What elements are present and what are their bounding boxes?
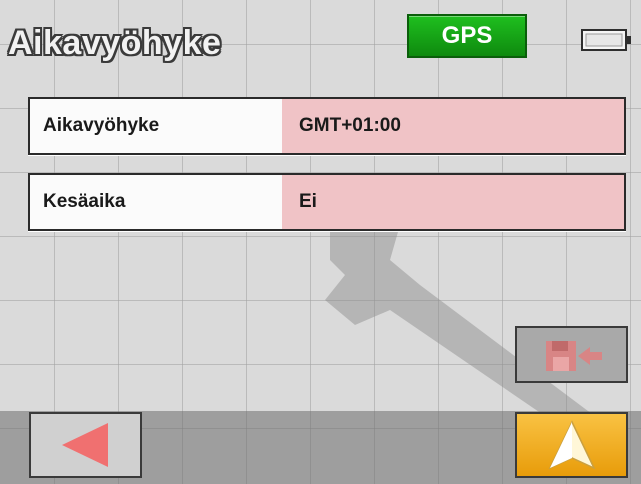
- save-to-memory-icon: [545, 340, 602, 371]
- navigation-arrow-icon: [547, 420, 596, 470]
- daylight-saving-setting-row[interactable]: Kesäaika Ei: [28, 173, 626, 231]
- save-button[interactable]: [515, 326, 628, 383]
- back-button[interactable]: [29, 412, 142, 478]
- timezone-setting-row[interactable]: Aikavyöhyke GMT+01:00: [28, 97, 626, 155]
- timezone-label: Aikavyöhyke: [30, 99, 282, 153]
- page-title: Aikavyöhyke: [8, 24, 222, 62]
- back-arrow-icon: [61, 423, 108, 467]
- gps-status-badge[interactable]: GPS: [407, 14, 527, 58]
- daylight-saving-value[interactable]: Ei: [282, 175, 624, 229]
- timezone-value[interactable]: GMT+01:00: [282, 99, 624, 153]
- daylight-saving-label: Kesäaika: [30, 175, 282, 229]
- navigate-button[interactable]: [515, 412, 628, 478]
- battery-icon: [581, 29, 631, 51]
